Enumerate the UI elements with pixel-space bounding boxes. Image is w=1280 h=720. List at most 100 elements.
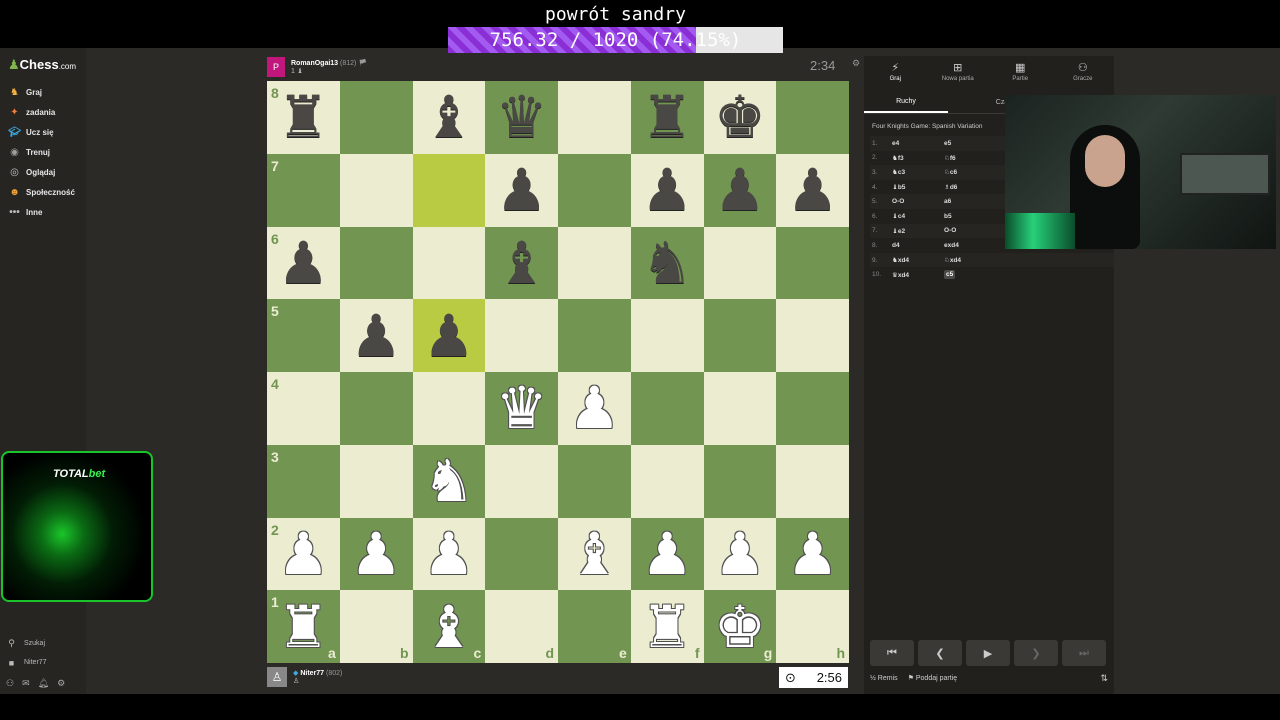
square-h3[interactable]	[776, 444, 849, 518]
white-knight-icon[interactable]: ♞	[423, 452, 475, 510]
black-move[interactable]: ♗d6	[944, 183, 984, 191]
tab-players[interactable]: ⚇ Gracze	[1052, 56, 1115, 86]
square-e8[interactable]	[558, 81, 631, 154]
square-g5[interactable]	[703, 299, 777, 372]
square-e6[interactable]	[558, 226, 631, 300]
chess-board[interactable]: 8 ♜ ♝ ♛ ♜ ♚ 7 ♟ ♟ ♟ ♟ 6 ♟ ♝ ♞ 5 ♟ ♟ 4 ♛ ♟ 3 ♞ 2 ♟ ♟ ♟ ♝ ♟ ♟ ♟ 1 a ♜ b c ♝ d e f…	[267, 81, 849, 663]
black-move[interactable]: exd4	[944, 242, 984, 249]
square-c5[interactable]: ♟	[412, 299, 486, 372]
player-name[interactable]: ◆ Niter77 (802)	[293, 669, 342, 677]
black-move[interactable]: O-O	[944, 227, 984, 234]
square-a6[interactable]: 6 ♟	[267, 226, 340, 300]
square-g3[interactable]	[703, 444, 777, 518]
square-b7[interactable]	[339, 153, 413, 227]
white-move[interactable]: ♞f3	[892, 154, 944, 162]
white-bishop-icon[interactable]: ♝	[423, 598, 475, 656]
square-e2[interactable]: ♝	[558, 517, 631, 591]
square-g2[interactable]: ♟	[703, 517, 777, 591]
white-move[interactable]: O-O	[892, 198, 944, 205]
black-king-icon[interactable]: ♚	[714, 88, 766, 146]
white-pawn-icon[interactable]: ♟	[787, 525, 839, 583]
square-c7[interactable]	[412, 153, 486, 227]
square-g7[interactable]: ♟	[703, 153, 777, 227]
square-e7[interactable]	[558, 153, 631, 227]
black-queen-icon[interactable]: ♛	[496, 88, 548, 146]
white-pawn-icon[interactable]: ♟	[714, 525, 766, 583]
black-move[interactable]: c5	[944, 270, 984, 280]
sidebar-item-community[interactable]: ☻ Społeczność	[0, 182, 86, 202]
square-d5[interactable]	[485, 299, 558, 372]
black-pawn-icon[interactable]: ♟	[423, 307, 475, 365]
black-rook-icon[interactable]: ♜	[641, 88, 693, 146]
play-button[interactable]: ▶	[966, 640, 1010, 666]
resign-button[interactable]: ⚑ Poddaj partię	[908, 674, 958, 682]
white-pawn-icon[interactable]: ♟	[350, 525, 402, 583]
square-c2[interactable]: ♟	[412, 517, 486, 591]
square-a7[interactable]: 7	[267, 153, 340, 227]
square-h7[interactable]: ♟	[776, 153, 849, 227]
square-d2[interactable]	[485, 517, 558, 591]
square-f8[interactable]: ♜	[630, 81, 704, 154]
black-rook-icon[interactable]: ♜	[277, 88, 329, 146]
square-h2[interactable]: ♟	[776, 517, 849, 591]
sidebar-item-play[interactable]: ♞ Graj	[0, 82, 86, 102]
black-move[interactable]: ♘c6	[944, 168, 984, 176]
square-d8[interactable]: ♛	[485, 81, 558, 154]
black-bishop-icon[interactable]: ♝	[496, 234, 548, 292]
next-move-button[interactable]: ❯	[1014, 640, 1058, 666]
square-f7[interactable]: ♟	[630, 153, 704, 227]
white-move[interactable]: ♛xd4	[892, 271, 944, 279]
messages-icon[interactable]: ✉	[22, 678, 30, 689]
black-move[interactable]: ♘xd4	[944, 256, 984, 264]
square-c6[interactable]	[412, 226, 486, 300]
black-pawn-icon[interactable]: ♟	[277, 234, 329, 292]
square-f2[interactable]: ♟	[630, 517, 704, 591]
first-move-button[interactable]: ⏮	[870, 640, 914, 666]
chess-logo[interactable]: ♟Chess.com	[8, 57, 76, 73]
square-d7[interactable]: ♟	[485, 153, 558, 227]
square-e5[interactable]	[558, 299, 631, 372]
square-f1[interactable]: f ♜	[630, 590, 704, 663]
white-pawn-icon[interactable]: ♟	[568, 379, 620, 437]
black-knight-icon[interactable]: ♞	[641, 234, 693, 292]
gear-icon[interactable]: ⚙	[852, 58, 860, 69]
friends-icon[interactable]: ⚇	[6, 678, 14, 689]
white-move[interactable]: ♞c3	[892, 168, 944, 176]
tab-moves[interactable]: Ruchy	[864, 92, 948, 113]
square-h6[interactable]	[776, 226, 849, 300]
white-move[interactable]: ♝e2	[892, 227, 944, 235]
white-rook-icon[interactable]: ♜	[641, 598, 693, 656]
flip-board-icon[interactable]: ⇅	[1100, 673, 1108, 684]
square-h1[interactable]: h	[776, 590, 849, 663]
square-a8[interactable]: 8 ♜	[267, 81, 340, 154]
square-b2[interactable]: ♟	[339, 517, 413, 591]
black-pawn-icon[interactable]: ♟	[350, 307, 402, 365]
white-move[interactable]: d4	[892, 242, 944, 249]
settings-icon[interactable]: ⚙	[57, 678, 65, 689]
square-b8[interactable]	[339, 81, 413, 154]
avatar[interactable]: P	[267, 57, 285, 77]
square-d1[interactable]: d	[485, 590, 558, 663]
white-move[interactable]: ♝c4	[892, 212, 944, 220]
black-pawn-icon[interactable]: ♟	[641, 161, 693, 219]
tab-games[interactable]: ▦ Partie	[989, 56, 1052, 86]
white-pawn-icon[interactable]: ♟	[423, 525, 475, 583]
sidebar-item-learn[interactable]: 🎓︎ Ucz się	[0, 122, 86, 142]
sidebar-item-watch[interactable]: ◎ Oglądaj	[0, 162, 86, 182]
sidebar-item-puzzles[interactable]: ✦ zadania	[0, 102, 86, 122]
black-move[interactable]: a6	[944, 198, 984, 205]
square-b1[interactable]: b	[339, 590, 413, 663]
sidebar-item-more[interactable]: ••• Inne	[0, 202, 86, 222]
square-a2[interactable]: 2 ♟	[267, 517, 340, 591]
tab-play[interactable]: ⚡ Graj	[864, 56, 927, 86]
white-pawn-icon[interactable]: ♟	[277, 525, 329, 583]
sidebar-search[interactable]: ⚲ Szukaj	[6, 634, 86, 653]
square-a3[interactable]: 3	[267, 444, 340, 518]
white-pawn-icon[interactable]: ♟	[641, 525, 693, 583]
square-d3[interactable]	[485, 444, 558, 518]
square-e3[interactable]	[558, 444, 631, 518]
last-move-button[interactable]: ⏭	[1062, 640, 1106, 666]
black-move[interactable]: b5	[944, 213, 984, 220]
black-pawn-icon[interactable]: ♟	[787, 161, 839, 219]
square-f3[interactable]	[630, 444, 704, 518]
